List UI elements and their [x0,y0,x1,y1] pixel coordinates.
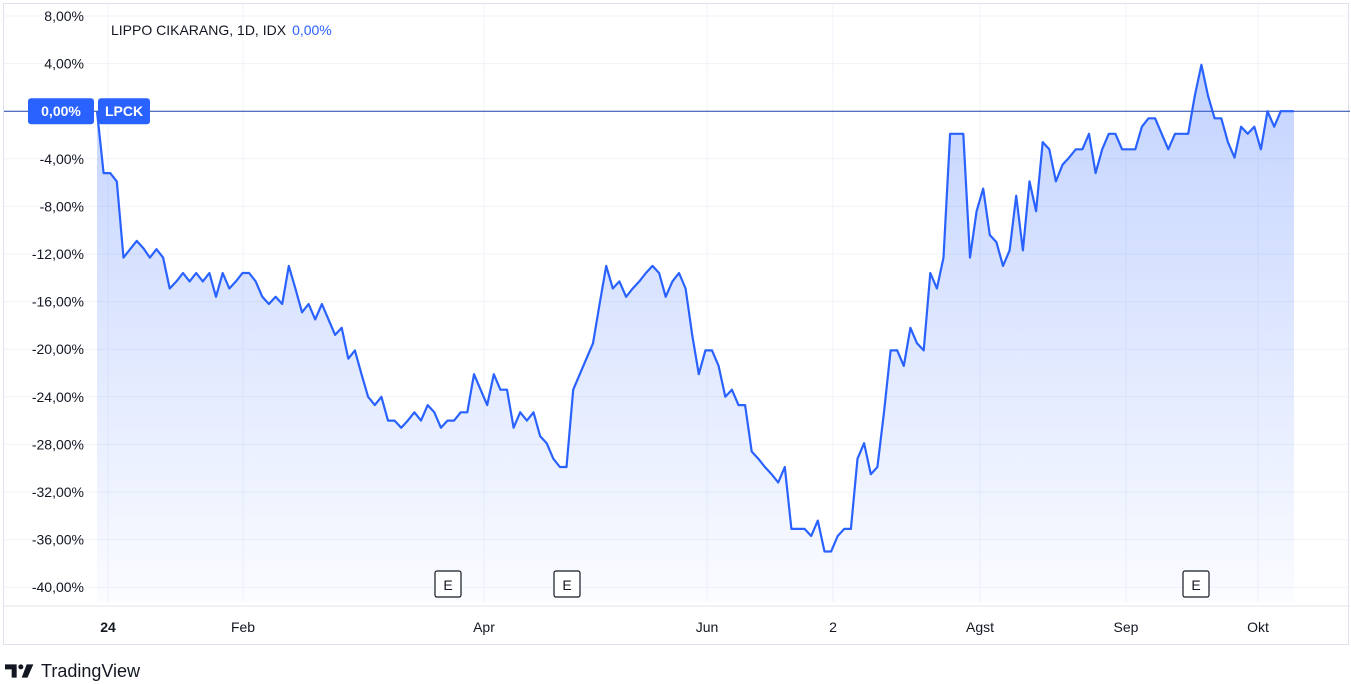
tradingview-logo-icon [5,664,34,678]
last-value-text: 0,00% [41,103,81,119]
x-tick-label: Jun [696,619,719,635]
x-tick-label: Okt [1247,619,1269,635]
y-tick-label: -16,00% [32,294,84,310]
y-tick-label: -32,00% [32,484,84,500]
area-fill [97,64,1294,603]
chart-frame[interactable]: 8,00% 4,00% -4,00% -8,00% -12,00% -16,00% -20,… [3,3,1350,646]
earnings-marker-label: E [443,577,452,593]
last-value-labels: 0,00% LPCK [28,98,150,125]
earnings-marker-label: E [1191,577,1200,593]
y-tick-label: -8,00% [40,198,84,214]
earnings-marker-label: E [562,577,571,593]
y-tick-label: -40,00% [32,579,84,595]
x-tick-label: 2 [829,619,837,635]
y-tick-label: -4,00% [40,151,84,167]
x-tick-label: Agst [966,619,994,635]
area-fill-layer [97,64,1294,603]
earnings-marker[interactable]: E [434,570,462,598]
x-tick-label: Feb [231,619,255,635]
chart-legend[interactable]: LIPPO CIKARANG, 1D, IDX 0,00% [111,22,332,38]
chart-title: LIPPO CIKARANG, 1D, IDX [111,22,287,38]
chart-canvas[interactable]: 8,00% 4,00% -4,00% -8,00% -12,00% -16,00% -20,… [4,4,1350,646]
x-tick-label: Apr [473,619,495,635]
brand[interactable]: TradingView [5,660,140,682]
x-axis: 24 Feb Apr Jun 2 Agst Sep Okt [4,605,1350,635]
y-tick-label: -36,00% [32,532,84,548]
y-tick-label: -12,00% [32,246,84,262]
y-axis: 8,00% 4,00% -4,00% -8,00% -12,00% -16,00% -20,… [32,8,84,595]
y-tick-label: -20,00% [32,341,84,357]
earnings-marker[interactable]: E [1182,570,1210,598]
legend-change: 0,00% [292,22,332,38]
brand-name: TradingView [41,660,141,681]
earnings-marker[interactable]: E [553,570,581,598]
y-tick-label: 8,00% [44,8,84,24]
symbol-text: LPCK [105,103,143,119]
y-tick-label: 4,00% [44,56,84,72]
y-tick-label: -24,00% [32,389,84,405]
y-tick-label: -28,00% [32,436,84,452]
x-tick-label: Sep [1114,619,1139,635]
x-tick-label: 24 [100,619,116,635]
